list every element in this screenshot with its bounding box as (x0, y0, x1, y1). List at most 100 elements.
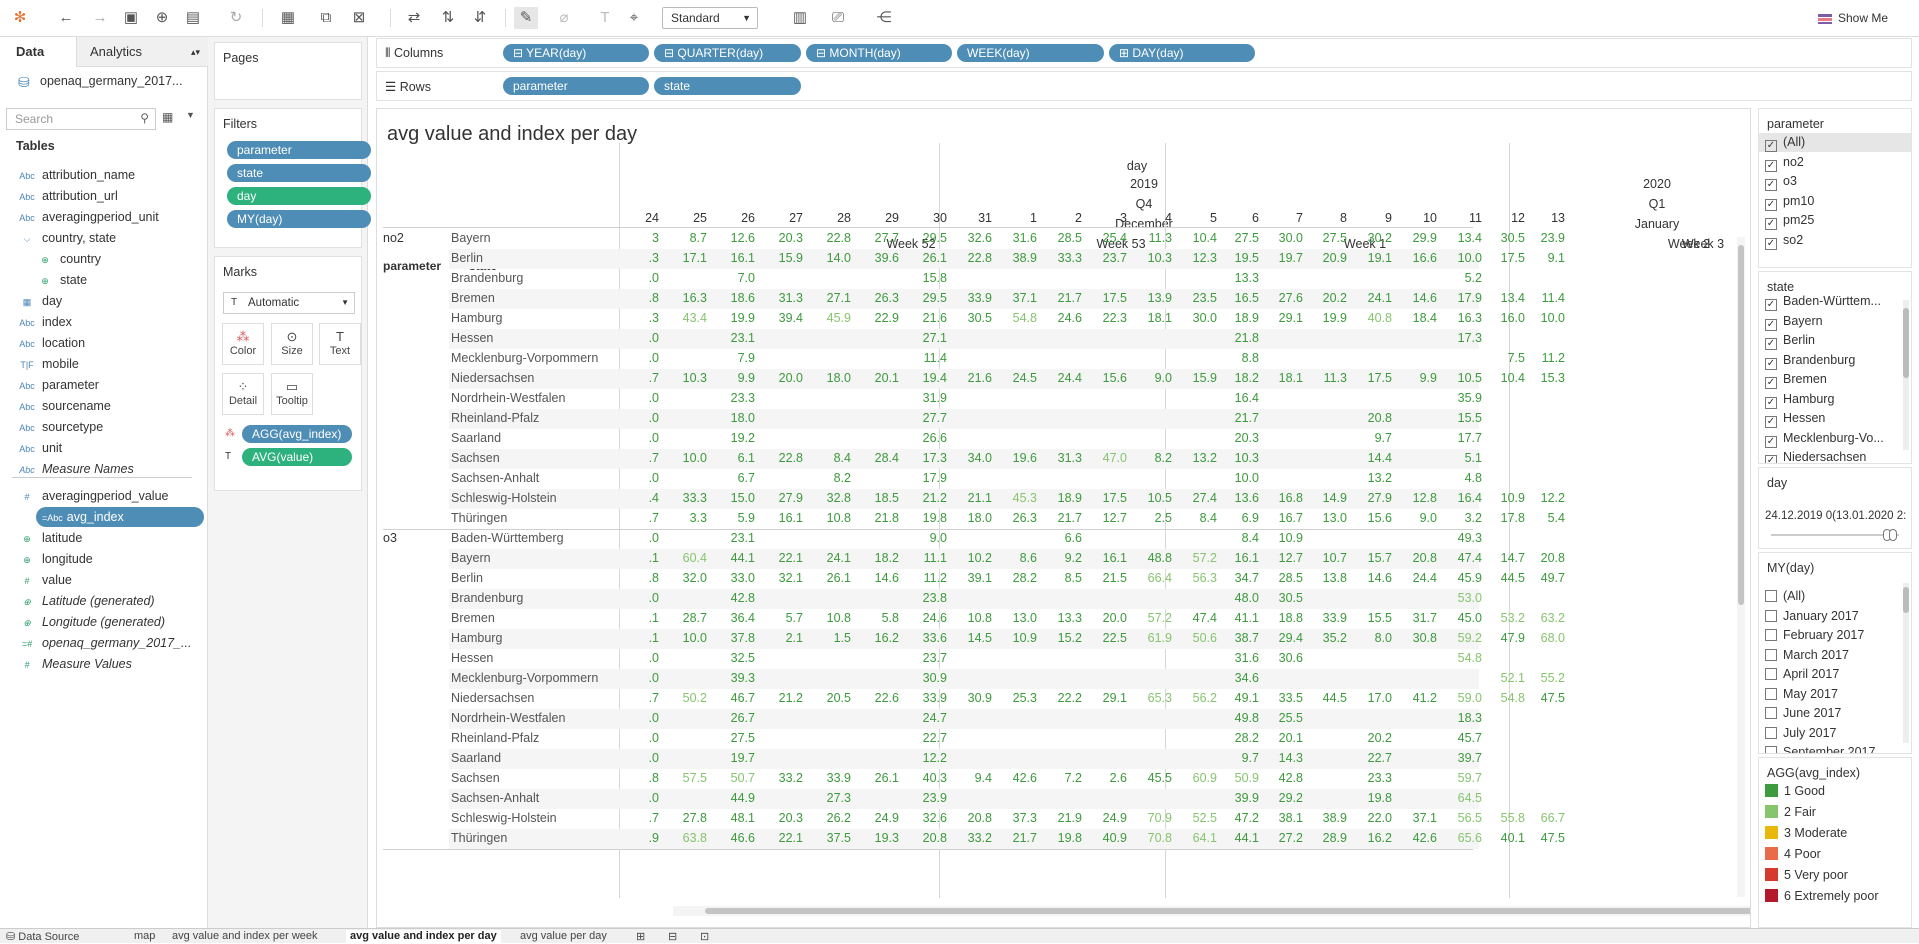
table-cell[interactable]: 31.9 (897, 391, 947, 405)
table-cell[interactable]: 33.2 (753, 771, 803, 785)
table-cell[interactable]: .0 (609, 651, 659, 665)
table-cell[interactable]: 39.6 (849, 251, 899, 265)
table-cell[interactable]: 10.9 (1253, 531, 1303, 545)
table-cell[interactable]: 33.3 (1032, 251, 1082, 265)
tab-data[interactable]: Data (0, 37, 76, 67)
color-legend-item[interactable]: 3 Moderate (1765, 824, 1847, 843)
state-row-label[interactable]: Baden-Württemberg (451, 531, 564, 545)
checkbox-item[interactable]: ✓ Mecklenburg-Vo... (1765, 429, 1884, 448)
table-cell[interactable]: 41.2 (1387, 691, 1437, 705)
table-cell[interactable]: 9.4 (942, 771, 992, 785)
table-cell[interactable]: .0 (609, 351, 659, 365)
table-cell[interactable]: 27.8 (657, 811, 707, 825)
table-cell[interactable]: 28.2 (987, 571, 1037, 585)
table-cell[interactable]: .0 (609, 531, 659, 545)
table-cell[interactable]: 31.3 (753, 291, 803, 305)
column-pill-week[interactable]: WEEK(day) (957, 44, 1104, 62)
new-worksheet-tab-icon[interactable]: ⊞ (636, 930, 645, 944)
table-cell[interactable]: 11.2 (1515, 351, 1565, 365)
checkbox-icon[interactable]: ✓ (1765, 237, 1777, 250)
table-cell[interactable]: 14.3 (1253, 751, 1303, 765)
checkbox-item[interactable]: ✓ o3 (1765, 172, 1797, 191)
state-row-label[interactable]: Sachsen (451, 771, 500, 785)
field-6[interactable]: ▦ day (0, 291, 62, 311)
table-cell[interactable]: 21.8 (1209, 331, 1259, 345)
table-cell[interactable]: 21.7 (1032, 511, 1082, 525)
checkbox-item[interactable]: ✓ Hamburg (1765, 390, 1834, 409)
table-cell[interactable]: 18.5 (849, 491, 899, 505)
checkbox-item[interactable]: March 2017 (1765, 646, 1849, 665)
checkbox-item[interactable]: ✓ Berlin (1765, 331, 1815, 350)
table-cell[interactable]: 10.7 (1297, 551, 1347, 565)
table-cell[interactable]: 11.4 (897, 351, 947, 365)
table-cell[interactable]: 13.0 (987, 611, 1037, 625)
checkbox-item[interactable]: ✓ Brandenburg (1765, 351, 1855, 370)
table-cell[interactable]: 26.7 (705, 711, 755, 725)
checkbox-item[interactable]: ✓ pm10 (1765, 192, 1814, 211)
table-cell[interactable]: 27.3 (801, 791, 851, 805)
parameter-label[interactable]: o3 (383, 531, 397, 545)
table-cell[interactable]: 27.7 (849, 231, 899, 245)
table-cell[interactable]: 22.1 (753, 551, 803, 565)
my-list-scroll-thumb[interactable] (1903, 587, 1909, 613)
table-cell[interactable]: 24.6 (897, 611, 947, 625)
table-cell[interactable]: 21.5 (1077, 571, 1127, 585)
table-cell[interactable]: 7.2 (1032, 771, 1082, 785)
field-22[interactable]: =# openaq_germany_2017_... (0, 633, 192, 653)
table-cell[interactable]: 19.3 (849, 831, 899, 845)
table-cell[interactable]: 11.3 (1297, 371, 1347, 385)
table-cell[interactable]: 12.6 (705, 231, 755, 245)
table-cell[interactable]: 20.8 (1342, 411, 1392, 425)
state-row-label[interactable]: Hamburg (451, 631, 502, 645)
table-cell[interactable]: 18.1 (1122, 311, 1172, 325)
table-cell[interactable]: 9.2 (1032, 551, 1082, 565)
table-cell[interactable]: 44.5 (1297, 691, 1347, 705)
table-cell[interactable]: .4 (609, 491, 659, 505)
table-cell[interactable]: 4.8 (1432, 471, 1482, 485)
table-cell[interactable]: 22.8 (753, 451, 803, 465)
tooltip-button[interactable]: ▭ Tooltip (271, 373, 313, 415)
table-cell[interactable]: 14.6 (849, 571, 899, 585)
state-row-label[interactable]: Schleswig-Holstein (451, 491, 557, 505)
table-cell[interactable]: 15.3 (1515, 371, 1565, 385)
filter-pill-parameter[interactable]: parameter (227, 141, 371, 159)
checkbox-item[interactable]: May 2017 (1765, 685, 1838, 704)
checkbox-icon[interactable] (1765, 668, 1777, 680)
day-column-header[interactable]: 4 (1122, 211, 1172, 225)
table-cell[interactable]: 18.6 (705, 291, 755, 305)
checkbox-item[interactable]: ✓ Baden-Württem... (1765, 292, 1881, 311)
column-pill-month[interactable]: ⊟ MONTH(day) (806, 44, 952, 62)
table-cell[interactable]: 28.5 (1253, 571, 1303, 585)
table-cell[interactable]: 27.1 (897, 331, 947, 345)
table-cell[interactable]: 20.5 (801, 691, 851, 705)
table-cell[interactable]: 8.7 (657, 231, 707, 245)
table-cell[interactable]: 19.6 (987, 451, 1037, 465)
checkbox-icon[interactable] (1765, 609, 1777, 622)
checkbox-icon[interactable] (1765, 707, 1777, 719)
table-cell[interactable]: 22.0 (1342, 811, 1392, 825)
table-cell[interactable]: 37.5 (801, 831, 851, 845)
table-cell[interactable]: 17.9 (897, 471, 947, 485)
table-cell[interactable]: 26.3 (849, 291, 899, 305)
day-column-header[interactable]: 9 (1342, 211, 1392, 225)
table-cell[interactable]: 10.3 (1122, 251, 1172, 265)
table-cell[interactable]: 5.7 (753, 611, 803, 625)
table-cell[interactable]: 34.7 (1209, 571, 1259, 585)
table-cell[interactable]: 9.7 (1209, 751, 1259, 765)
table-cell[interactable]: 10.2 (942, 551, 992, 565)
checkbox-item[interactable]: ✓ no2 (1765, 153, 1804, 172)
table-cell[interactable]: 24.1 (801, 551, 851, 565)
day-column-header[interactable]: 29 (849, 211, 899, 225)
tab-avg-per-day[interactable]: avg value and index per day (346, 930, 501, 944)
table-cell[interactable]: 13.3 (1032, 611, 1082, 625)
table-cell[interactable]: 10.8 (942, 611, 992, 625)
table-cell[interactable]: 32.6 (942, 231, 992, 245)
table-cell[interactable]: 6.7 (705, 471, 755, 485)
table-cell[interactable]: 33.9 (942, 291, 992, 305)
table-cell[interactable]: 18.3 (1432, 711, 1482, 725)
table-cell[interactable]: 18.1 (1253, 371, 1303, 385)
table-cell[interactable]: 8.4 (801, 451, 851, 465)
field-12[interactable]: Abc sourcetype (0, 417, 103, 437)
table-cell[interactable]: 63.8 (657, 831, 707, 845)
table-cell[interactable]: 42.8 (705, 591, 755, 605)
